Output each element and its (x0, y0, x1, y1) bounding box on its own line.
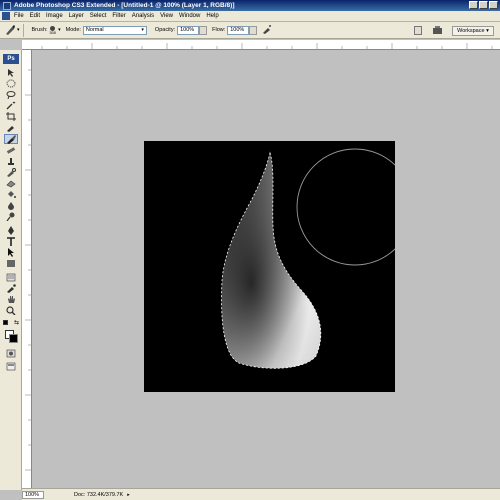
status-bar: 100% Doc: 732.4K/379.7K ▸ (22, 488, 500, 500)
options-bar: ▾ Brush: 300 ▾ Mode: Normal ▾ Opacity: 1… (0, 22, 500, 39)
brush-label: Brush: (31, 27, 48, 33)
zoom-field[interactable]: 100% (22, 490, 44, 499)
palette-well-icon[interactable] (414, 26, 422, 35)
flow-slider-button[interactable] (249, 25, 258, 35)
ruler-ticks (41, 43, 493, 50)
menu-file[interactable]: File (14, 13, 24, 19)
eyedropper-sample-icon[interactable] (4, 283, 18, 293)
window-controls (469, 1, 498, 9)
tool-preset-picker[interactable]: ▾ (4, 24, 20, 36)
quick-mask-icon[interactable] (4, 348, 18, 358)
brush-tool-icon[interactable] (4, 134, 18, 144)
menu-image[interactable]: Image (46, 13, 63, 19)
canvas-artwork (221, 148, 414, 369)
brush-tool-icon (6, 25, 15, 35)
workspace-button[interactable]: Workspace ▾ (452, 26, 494, 36)
airbrush-icon[interactable] (262, 24, 272, 36)
minimize-button[interactable] (469, 1, 478, 9)
app-icon (3, 1, 11, 10)
status-menu-arrow-icon[interactable]: ▸ (127, 492, 130, 498)
brush-dropdown-arrow-icon[interactable]: ▾ (58, 27, 61, 33)
mode-label: Mode: (65, 27, 81, 33)
blur-tool-icon[interactable] (4, 200, 18, 210)
document-workspace[interactable] (32, 50, 500, 488)
hand-tool-icon[interactable] (4, 294, 18, 304)
document-canvas[interactable] (144, 141, 414, 392)
menu-filter[interactable]: Filter (112, 13, 125, 19)
default-colors-icon[interactable] (3, 320, 8, 325)
ps-menu-icon[interactable] (2, 12, 10, 20)
lasso-tool-icon[interactable] (4, 89, 18, 99)
toolbox: Ps ⇆ (0, 50, 22, 490)
menu-select[interactable]: Select (90, 13, 107, 19)
shape-tool-icon[interactable] (4, 258, 18, 268)
healing-brush-tool-icon[interactable] (4, 145, 18, 155)
opacity-field[interactable]: 100% (177, 25, 200, 35)
mode-select[interactable]: Normal ▾ (82, 25, 147, 35)
magic-wand-tool-icon[interactable] (4, 100, 18, 110)
ruler-ticks (25, 69, 32, 471)
brush-cursor (296, 148, 414, 266)
teardrop-shadow (221, 153, 321, 369)
menu-layer[interactable]: Layer (69, 13, 84, 19)
eyedropper-tool-icon[interactable] (4, 122, 18, 132)
flow-field[interactable]: 100% (227, 25, 250, 35)
brush-size-value: 300 (49, 29, 57, 35)
horizontal-ruler[interactable] (22, 40, 500, 50)
opacity-slider-button[interactable] (199, 25, 208, 35)
zoom-tool-icon[interactable] (4, 305, 18, 315)
document-size: Doc: 732.4K/379.7K (74, 491, 124, 498)
notes-tool-icon[interactable] (4, 272, 18, 282)
history-brush-tool-icon[interactable] (4, 167, 18, 177)
menu-window[interactable]: Window (179, 13, 200, 19)
move-tool-icon[interactable] (4, 67, 18, 77)
flow-label: Flow: (212, 27, 226, 33)
paint-bucket-tool-icon[interactable] (4, 189, 18, 199)
title-bar: Adobe Photoshop CS3 Extended - [Untitled… (0, 0, 500, 11)
path-selection-tool-icon[interactable] (4, 247, 18, 257)
close-button[interactable] (489, 1, 498, 9)
menu-help[interactable]: Help (206, 13, 218, 19)
menu-analysis[interactable]: Analysis (132, 13, 154, 19)
chevron-down-icon: ▾ (141, 27, 144, 33)
ps-logo: Ps (3, 54, 19, 64)
menu-bar: File Edit Image Layer Select Filter Anal… (0, 11, 500, 22)
vertical-ruler[interactable] (22, 50, 32, 488)
flow-value: 100% (230, 27, 245, 33)
opacity-value: 100% (180, 27, 195, 33)
menu-edit[interactable]: Edit (30, 13, 40, 19)
marquee-tool-icon[interactable] (4, 78, 18, 88)
swap-colors-icon[interactable]: ⇆ (14, 320, 19, 326)
chevron-down-icon: ▾ (17, 27, 20, 33)
brush-picker[interactable]: 300 (49, 25, 57, 35)
crop-tool-icon[interactable] (4, 111, 18, 121)
clone-stamp-tool-icon[interactable] (4, 156, 18, 166)
foreground-color-swatch[interactable] (9, 334, 18, 343)
bridge-icon[interactable] (432, 25, 443, 35)
eraser-tool-icon[interactable] (4, 178, 18, 188)
pen-tool-icon[interactable] (4, 225, 18, 235)
window-title: Adobe Photoshop CS3 Extended - [Untitled… (14, 2, 235, 9)
type-tool-icon[interactable] (4, 236, 18, 246)
opacity-label: Opacity: (154, 27, 176, 33)
mode-value: Normal (85, 27, 104, 33)
separator (22, 23, 24, 37)
dodge-tool-icon[interactable] (4, 211, 18, 221)
maximize-button[interactable] (479, 1, 488, 9)
menu-view[interactable]: View (160, 13, 173, 19)
screen-mode-icon[interactable] (4, 361, 18, 371)
